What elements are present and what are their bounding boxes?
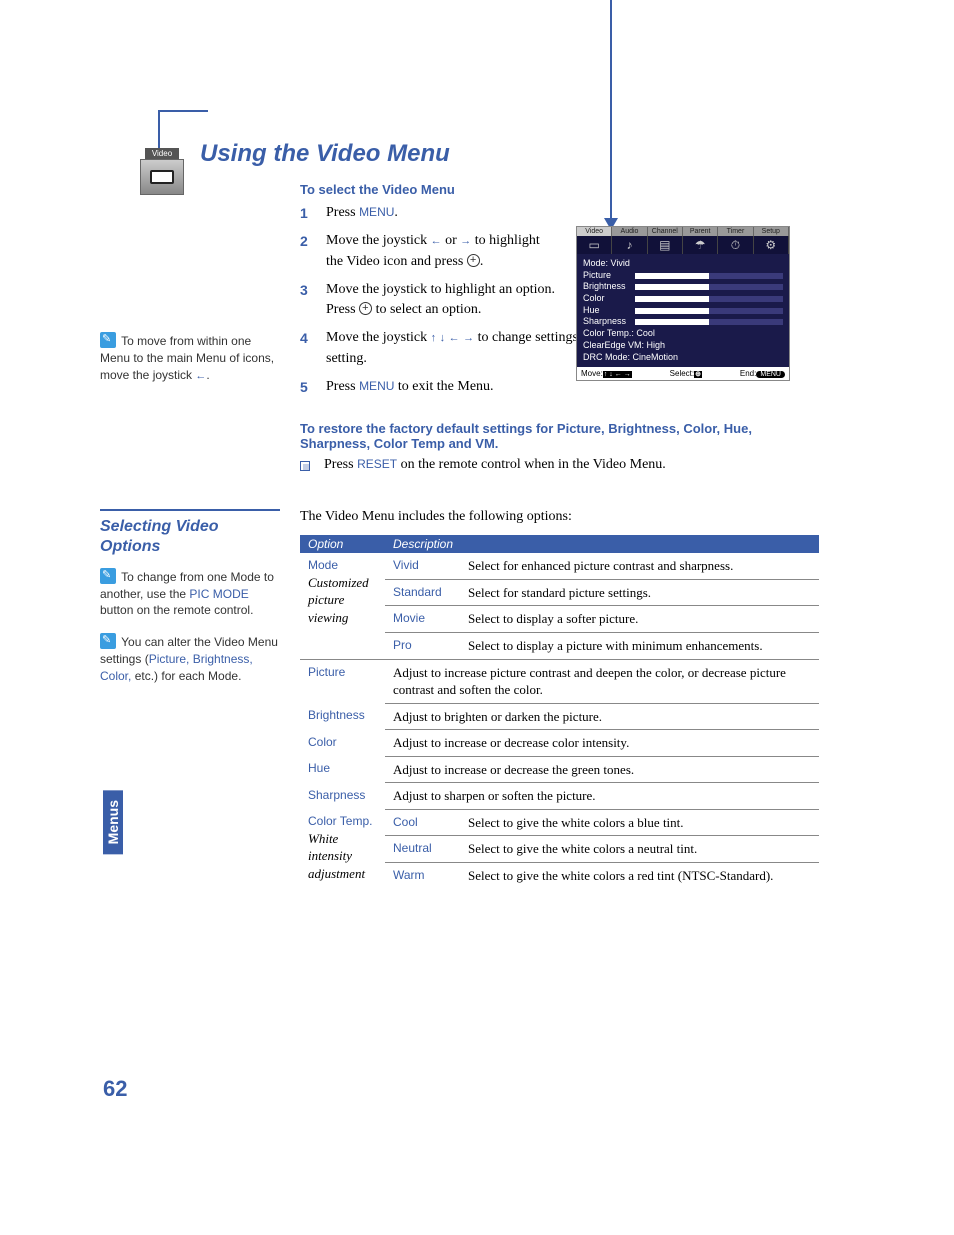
- options-table: Option Description ModeCustomized pictur…: [300, 535, 819, 888]
- osd-icon-row: ▭ ♪ ▤ ☂ ⏱ ⚙: [577, 236, 789, 254]
- channel-icon: ▤: [648, 236, 683, 254]
- osd-tab-audio: Audio: [612, 227, 647, 236]
- osd-label: Hue: [583, 305, 631, 317]
- desc-warm: Warm: [385, 862, 460, 888]
- opt-mode: ModeCustomized picture viewing: [300, 553, 385, 659]
- osd-label: Brightness: [583, 281, 631, 293]
- section-heading-restore: To restore the factory default settings …: [300, 421, 819, 451]
- osd-tab-timer: Timer: [718, 227, 753, 236]
- desc-brightness-text: Adjust to brighten or darken the picture…: [385, 703, 819, 730]
- osd-colortemp: Color Temp.: Cool: [583, 328, 783, 340]
- th-option: Option: [300, 535, 385, 553]
- step-number: 2: [300, 231, 312, 272]
- tv-icon: ▭: [577, 236, 612, 254]
- audio-icon: ♪: [612, 236, 647, 254]
- timer-icon: ⏱: [718, 236, 753, 254]
- desc-vivid: Vivid: [385, 553, 460, 579]
- slider-bar: [635, 308, 783, 314]
- osd-tab-video: Video: [577, 227, 612, 236]
- desc-sharpness-text: Adjust to sharpen or soften the picture.: [385, 783, 819, 810]
- desc-neutral: Neutral: [385, 836, 460, 863]
- page-number: 62: [103, 1076, 127, 1102]
- opt-color: Color: [300, 730, 385, 757]
- slider-bar: [635, 273, 783, 279]
- opt-sharpness: Sharpness: [300, 783, 385, 810]
- tip-alter-settings: You can alter the Video Menu settings (P…: [100, 633, 280, 684]
- page-title: Using the Video Menu: [200, 140, 819, 168]
- desc-pro: Pro: [385, 633, 460, 660]
- desc-hue-text: Adjust to increase or decrease the green…: [385, 756, 819, 783]
- parent-icon: ☂: [683, 236, 718, 254]
- osd-tab-channel: Channel: [648, 227, 683, 236]
- osd-clearedge: ClearEdge VM: High: [583, 340, 783, 352]
- osd-tab-parent: Parent: [683, 227, 718, 236]
- slider-bar: [635, 284, 783, 290]
- tip-icon: [100, 633, 116, 649]
- step-text: Press MENU.: [326, 203, 556, 223]
- section-heading-options: Selecting Video Options: [100, 509, 280, 555]
- tip-icon: [100, 332, 116, 348]
- desc-warm-text: Select to give the white colors a red ti…: [460, 862, 819, 888]
- tip-move-joystick: To move from within one Menu to the main…: [100, 332, 280, 384]
- desc-neutral-text: Select to give the white colors a neutra…: [460, 836, 819, 863]
- step-number: 4: [300, 328, 312, 369]
- osd-label: Sharpness: [583, 316, 631, 328]
- opt-picture: Picture: [300, 659, 385, 703]
- side-tab-menus: Menus: [103, 790, 123, 854]
- options-intro: The Video Menu includes the following op…: [300, 509, 819, 525]
- step-number: 3: [300, 280, 312, 321]
- select-button-icon: [467, 254, 480, 267]
- osd-label: Picture: [583, 270, 631, 282]
- desc-standard: Standard: [385, 579, 460, 606]
- desc-cool-text: Select to give the white colors a blue t…: [460, 809, 819, 836]
- setup-icon: ⚙: [754, 236, 789, 254]
- tip-text: You can alter the Video Menu settings (P…: [100, 635, 278, 683]
- desc-vivid-text: Select for enhanced picture contrast and…: [460, 553, 819, 579]
- section-heading-select: To select the Video Menu: [300, 182, 819, 197]
- slider-bar: [635, 296, 783, 302]
- th-description: Description: [385, 535, 819, 553]
- opt-brightness: Brightness: [300, 703, 385, 730]
- desc-cool: Cool: [385, 809, 460, 836]
- step-text: Move the joystick to highlight an option…: [326, 280, 556, 321]
- restore-bullet: Press RESET on the remote control when i…: [300, 457, 819, 473]
- desc-pro-text: Select to display a picture with minimum…: [460, 633, 819, 660]
- tip-pic-mode: To change from one Mode to another, use …: [100, 568, 280, 619]
- osd-footer: Move:↑↓←→ Select:⊕ End:MENU: [577, 367, 789, 380]
- osd-screenshot: Video Audio Channel Parent Timer Setup ▭…: [576, 226, 790, 381]
- tip-text: To change from one Mode to another, use …: [100, 570, 274, 618]
- step-number: 1: [300, 203, 312, 223]
- tip-icon: [100, 568, 116, 584]
- osd-mode: Mode: Vivid: [583, 258, 783, 270]
- osd-drc: DRC Mode: CineMotion: [583, 352, 783, 364]
- opt-hue: Hue: [300, 756, 385, 783]
- step-text: Move the joystick ← or → to highlight th…: [326, 231, 556, 272]
- desc-movie-text: Select to display a softer picture.: [460, 606, 819, 633]
- desc-color-text: Adjust to increase or decrease color int…: [385, 730, 819, 757]
- osd-label: Color: [583, 293, 631, 305]
- osd-tab-setup: Setup: [754, 227, 789, 236]
- desc-movie: Movie: [385, 606, 460, 633]
- slider-bar: [635, 319, 783, 325]
- select-button-icon: [359, 302, 372, 315]
- osd-tabs: Video Audio Channel Parent Timer Setup: [577, 227, 789, 236]
- desc-standard-text: Select for standard picture settings.: [460, 579, 819, 606]
- opt-colortemp: Color Temp.White intensity adjustment: [300, 809, 385, 888]
- desc-picture-text: Adjust to increase picture contrast and …: [385, 659, 819, 703]
- step-number: 5: [300, 377, 312, 397]
- tip-text: To move from within one Menu to the main…: [100, 334, 274, 382]
- bullet-icon: [300, 461, 310, 471]
